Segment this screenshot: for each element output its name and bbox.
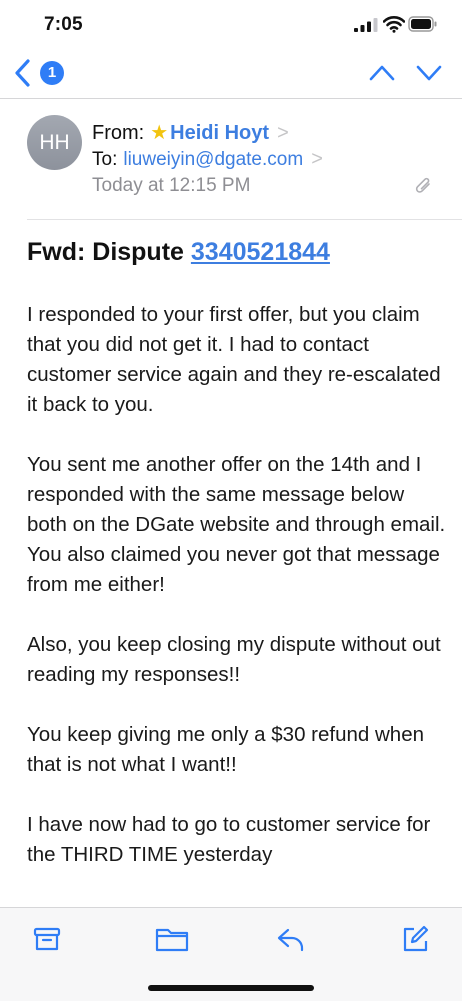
from-row[interactable]: From: ★ Heidi Hoyt >: [92, 120, 289, 145]
archive-icon[interactable]: [32, 924, 62, 954]
message-body: I responded to your first offer, but you…: [27, 300, 447, 900]
message-paragraph: You keep giving me only a $30 refund whe…: [27, 723, 424, 776]
message-paragraph: I have now had to go to customer service…: [27, 813, 431, 866]
battery-icon: [408, 16, 437, 32]
attachment-paperclip-icon: [415, 177, 430, 193]
chevron-right-icon: >: [277, 122, 289, 144]
sender-name[interactable]: Heidi Hoyt: [170, 122, 269, 144]
cellular-signal-icon: [354, 18, 378, 32]
status-bar: 7:05: [0, 0, 462, 50]
message-paragraph: You sent me another offer on the 14th an…: [27, 453, 446, 596]
message-paragraph: Also, you keep closing my dispute withou…: [27, 633, 441, 686]
unread-count-badge[interactable]: 1: [40, 61, 64, 85]
nav-bar: 1: [0, 50, 462, 99]
wifi-icon: [383, 16, 405, 33]
dispute-number-link[interactable]: 3340521844: [191, 238, 330, 266]
sender-avatar[interactable]: HH: [27, 115, 82, 170]
recipient-address[interactable]: liuweiyin@dgate.com: [123, 149, 303, 170]
next-message-icon[interactable]: [415, 62, 443, 84]
from-label: From:: [92, 122, 145, 144]
to-label: To:: [92, 149, 118, 170]
message-paragraph: I responded to your first offer, but you…: [27, 303, 441, 416]
reply-icon[interactable]: [276, 924, 306, 954]
compose-icon[interactable]: [400, 924, 430, 954]
chevron-right-icon: >: [311, 148, 323, 170]
subject-text: Fwd: Dispute: [27, 238, 191, 266]
to-row[interactable]: To: liuweiyin@dgate.com >: [92, 148, 323, 171]
status-time: 7:05: [44, 14, 83, 35]
vip-star-icon: ★: [150, 122, 169, 144]
folder-icon[interactable]: [155, 924, 189, 954]
previous-message-icon[interactable]: [368, 62, 396, 84]
home-indicator: [148, 985, 314, 991]
back-chevron-icon[interactable]: [12, 58, 34, 88]
email-subject: Fwd: Dispute 3340521844: [27, 238, 330, 267]
message-date: Today at 12:15 PM: [92, 175, 251, 196]
header-divider: [27, 219, 462, 220]
